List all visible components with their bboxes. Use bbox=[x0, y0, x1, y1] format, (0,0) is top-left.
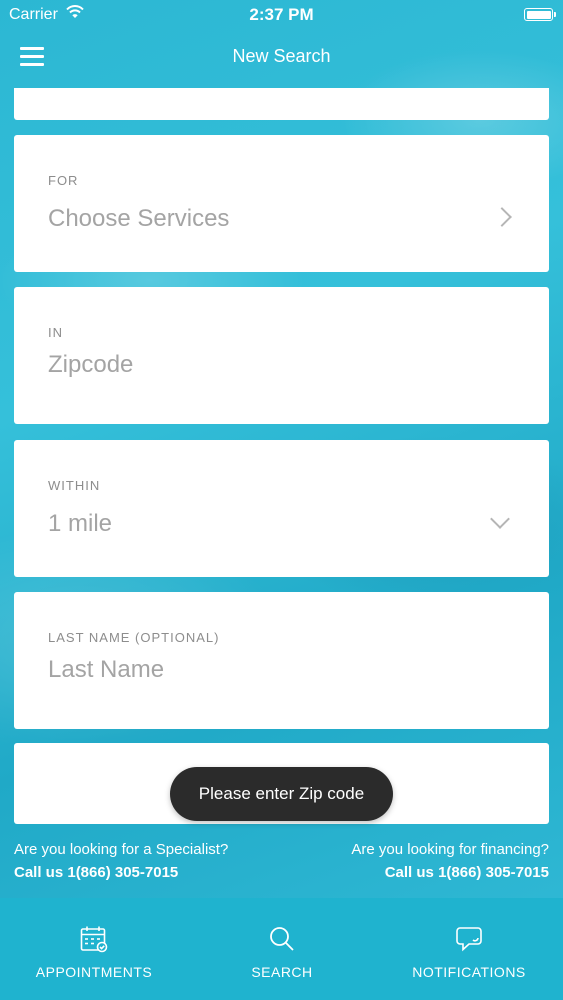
last-name-input[interactable] bbox=[48, 654, 468, 686]
status-bar: Carrier 2:37 PM bbox=[0, 0, 563, 30]
last-name-label: LAST NAME (OPTIONAL) bbox=[48, 630, 220, 645]
page-title: New Search bbox=[232, 46, 331, 66]
services-value: Choose Services bbox=[48, 205, 230, 232]
tab-notifications[interactable]: NOTIFICATIONS bbox=[375, 898, 563, 1000]
specialist-phone-link[interactable]: Call us 1(866) 305-7015 bbox=[14, 864, 228, 881]
chat-bubble-icon bbox=[454, 924, 484, 954]
tab-search-label: SEARCH bbox=[251, 964, 313, 980]
services-label: FOR bbox=[48, 173, 79, 188]
clock: 2:37 PM bbox=[249, 5, 314, 24]
tab-search[interactable]: SEARCH bbox=[188, 898, 376, 1000]
battery-icon bbox=[524, 8, 556, 21]
distance-selector[interactable]: WITHIN 1 mile bbox=[14, 440, 549, 577]
zipcode-card: IN bbox=[14, 287, 549, 424]
toast-message: Please enter Zip code bbox=[170, 767, 393, 821]
zipcode-label: IN bbox=[48, 325, 63, 340]
services-selector[interactable]: FOR Choose Services bbox=[14, 135, 549, 272]
last-name-card: LAST NAME (OPTIONAL) bbox=[14, 592, 549, 729]
search-icon bbox=[267, 924, 297, 954]
financing-help: Are you looking for financing? Call us 1… bbox=[351, 841, 549, 881]
distance-label: WITHIN bbox=[48, 478, 101, 493]
distance-value: 1 mile bbox=[48, 510, 113, 537]
chevron-right-icon bbox=[492, 207, 512, 227]
financing-question: Are you looking for financing? bbox=[351, 841, 549, 858]
partial-card bbox=[14, 88, 549, 120]
specialist-help: Are you looking for a Specialist? Call u… bbox=[14, 841, 228, 881]
tab-bar: APPOINTMENTS SEARCH NOTIFICATIONS bbox=[0, 898, 563, 1000]
zipcode-input[interactable] bbox=[48, 349, 468, 381]
nav-bar: New Search bbox=[0, 30, 563, 82]
tab-appointments-label: APPOINTMENTS bbox=[35, 964, 153, 980]
financing-phone-link[interactable]: Call us 1(866) 305-7015 bbox=[351, 864, 549, 881]
calendar-icon bbox=[79, 924, 109, 954]
specialist-question: Are you looking for a Specialist? bbox=[14, 841, 229, 858]
tab-notifications-label: NOTIFICATIONS bbox=[412, 964, 526, 980]
chevron-down-icon bbox=[490, 509, 510, 529]
tab-appointments[interactable]: APPOINTMENTS bbox=[0, 898, 188, 1000]
